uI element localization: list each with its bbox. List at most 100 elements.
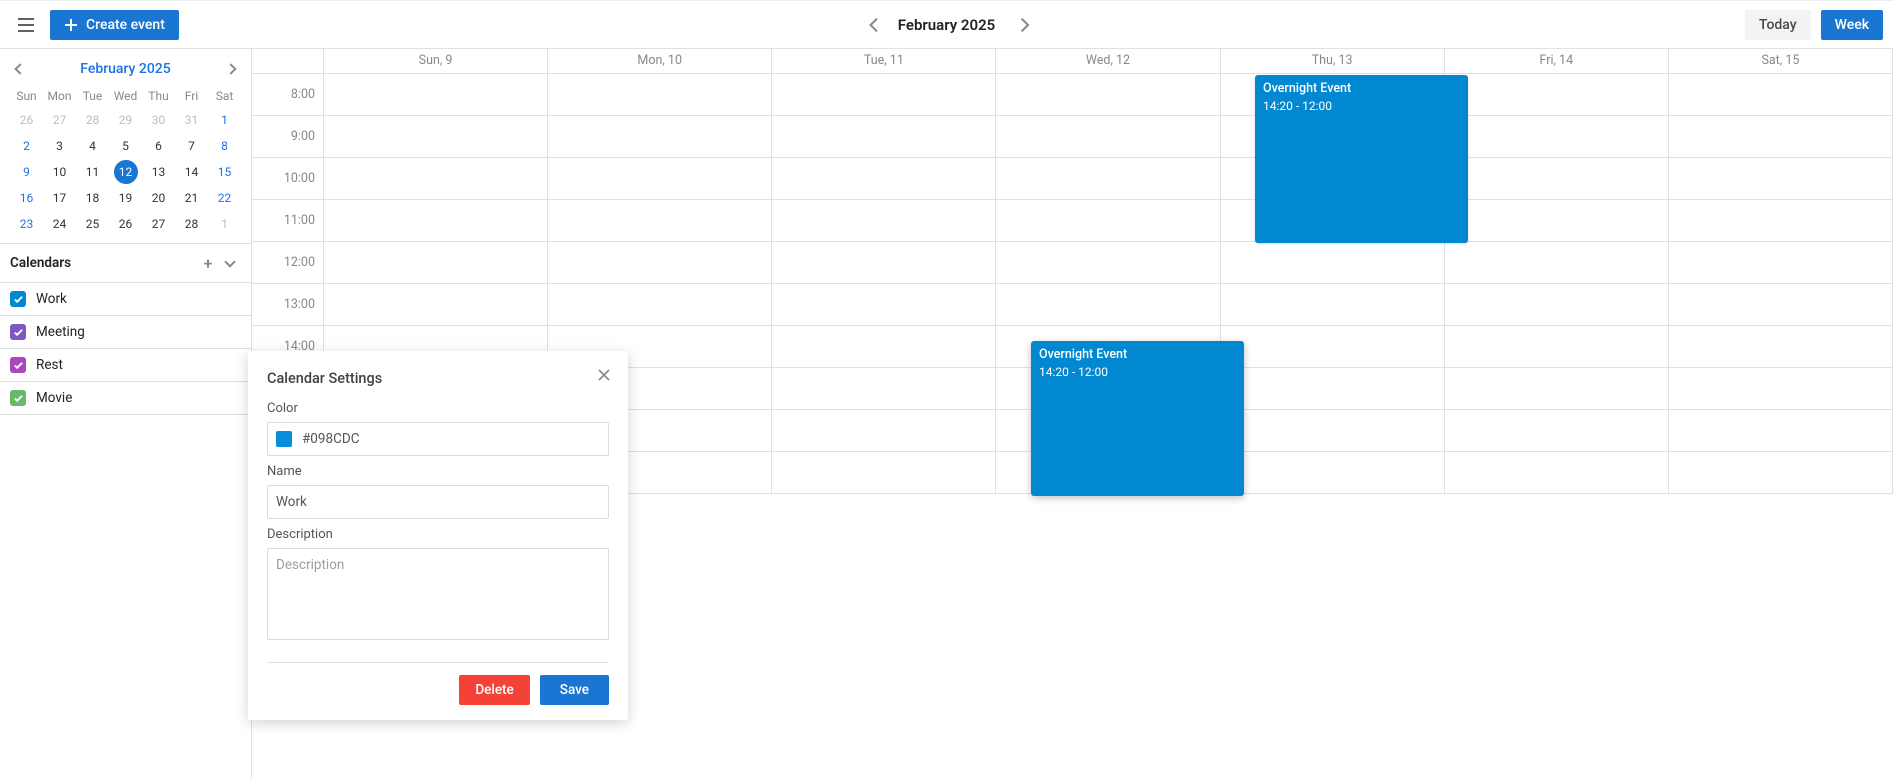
mini-day[interactable]: 10 (43, 159, 76, 185)
mini-day[interactable]: 23 (10, 211, 43, 237)
calendar-event[interactable]: Overnight Event 14:20 - 12:00 (1255, 75, 1468, 243)
mini-day[interactable]: 18 (76, 185, 109, 211)
time-cell[interactable] (1221, 368, 1445, 409)
time-cell[interactable] (324, 200, 548, 241)
mini-day[interactable]: 2 (10, 133, 43, 159)
calendar-list-item[interactable]: Meeting (0, 316, 251, 349)
save-button[interactable]: Save (540, 675, 609, 705)
time-cell[interactable] (1221, 242, 1445, 283)
mini-day[interactable]: 19 (109, 185, 142, 211)
mini-day[interactable]: 26 (109, 211, 142, 237)
time-cell[interactable] (996, 74, 1220, 115)
time-cell[interactable] (1669, 368, 1893, 409)
time-cell[interactable] (324, 116, 548, 157)
mini-day[interactable]: 22 (208, 185, 241, 211)
calendar-checkbox[interactable] (10, 357, 26, 373)
add-calendar-button[interactable] (197, 252, 219, 274)
prev-period-button[interactable] (866, 15, 886, 35)
time-cell[interactable] (996, 200, 1220, 241)
time-cell[interactable] (1669, 284, 1893, 325)
time-cell[interactable] (324, 242, 548, 283)
mini-day[interactable]: 11 (76, 159, 109, 185)
view-select-button[interactable]: Week (1821, 10, 1883, 40)
mini-day[interactable]: 28 (175, 211, 208, 237)
time-cell[interactable] (996, 158, 1220, 199)
calendar-checkbox[interactable] (10, 324, 26, 340)
mini-prev-button[interactable] (10, 59, 30, 79)
time-cell[interactable] (324, 74, 548, 115)
time-cell[interactable] (548, 74, 772, 115)
time-cell[interactable] (1445, 326, 1669, 367)
mini-day[interactable]: 21 (175, 185, 208, 211)
calendar-list-item[interactable]: Movie (0, 382, 251, 415)
time-cell[interactable] (996, 116, 1220, 157)
mini-day[interactable]: 27 (43, 107, 76, 133)
mini-day[interactable]: 20 (142, 185, 175, 211)
time-cell[interactable] (772, 242, 996, 283)
time-cell[interactable] (324, 284, 548, 325)
today-button[interactable]: Today (1745, 10, 1811, 40)
time-cell[interactable] (1669, 242, 1893, 283)
time-cell[interactable] (1445, 74, 1669, 115)
time-cell[interactable] (1445, 368, 1669, 409)
time-cell[interactable] (772, 116, 996, 157)
mini-day[interactable]: 24 (43, 211, 76, 237)
time-cell[interactable] (1221, 326, 1445, 367)
time-cell[interactable] (772, 452, 996, 493)
time-cell[interactable] (772, 410, 996, 451)
mini-day[interactable]: 17 (43, 185, 76, 211)
time-cell[interactable] (1445, 158, 1669, 199)
time-cell[interactable] (772, 74, 996, 115)
time-cell[interactable] (1669, 410, 1893, 451)
time-cell[interactable] (1669, 452, 1893, 493)
mini-day[interactable]: 9 (10, 159, 43, 185)
time-cell[interactable] (772, 326, 996, 367)
time-cell[interactable] (548, 116, 772, 157)
time-cell[interactable] (548, 200, 772, 241)
time-cell[interactable] (772, 200, 996, 241)
time-cell[interactable] (1445, 452, 1669, 493)
time-cell[interactable] (772, 158, 996, 199)
mini-day[interactable]: 26 (10, 107, 43, 133)
time-cell[interactable] (772, 368, 996, 409)
mini-day[interactable]: 6 (142, 133, 175, 159)
mini-day[interactable]: 1 (208, 107, 241, 133)
toggle-calendars-button[interactable] (219, 252, 241, 274)
mini-day[interactable]: 27 (142, 211, 175, 237)
description-input[interactable] (267, 548, 609, 640)
time-cell[interactable] (1221, 410, 1445, 451)
time-cell[interactable] (324, 158, 548, 199)
time-cell[interactable] (772, 284, 996, 325)
next-period-button[interactable] (1007, 15, 1027, 35)
time-cell[interactable] (996, 284, 1220, 325)
calendar-list-item[interactable]: Rest (0, 349, 251, 382)
mini-day[interactable]: 15 (208, 159, 241, 185)
time-cell[interactable] (1669, 326, 1893, 367)
time-cell[interactable] (1445, 200, 1669, 241)
time-cell[interactable] (548, 242, 772, 283)
time-cell[interactable] (548, 284, 772, 325)
time-cell[interactable] (1669, 116, 1893, 157)
mini-day[interactable]: 31 (175, 107, 208, 133)
mini-day[interactable]: 14 (175, 159, 208, 185)
mini-day[interactable]: 13 (142, 159, 175, 185)
time-cell[interactable] (1445, 410, 1669, 451)
time-cell[interactable] (1445, 116, 1669, 157)
mini-day[interactable]: 12 (114, 160, 138, 184)
time-cell[interactable] (1221, 452, 1445, 493)
calendar-checkbox[interactable] (10, 390, 26, 406)
time-cell[interactable] (548, 158, 772, 199)
calendar-list-item[interactable]: Work (0, 283, 251, 316)
time-cell[interactable] (1221, 284, 1445, 325)
time-cell[interactable] (996, 242, 1220, 283)
mini-day[interactable]: 16 (10, 185, 43, 211)
mini-day[interactable]: 3 (43, 133, 76, 159)
calendar-event[interactable]: Overnight Event 14:20 - 12:00 (1031, 341, 1244, 496)
name-input[interactable] (276, 494, 600, 510)
mini-next-button[interactable] (221, 59, 241, 79)
time-cell[interactable] (1445, 284, 1669, 325)
time-cell[interactable] (1669, 158, 1893, 199)
mini-day[interactable]: 8 (208, 133, 241, 159)
mini-day[interactable]: 28 (76, 107, 109, 133)
mini-day[interactable]: 1 (208, 211, 241, 237)
